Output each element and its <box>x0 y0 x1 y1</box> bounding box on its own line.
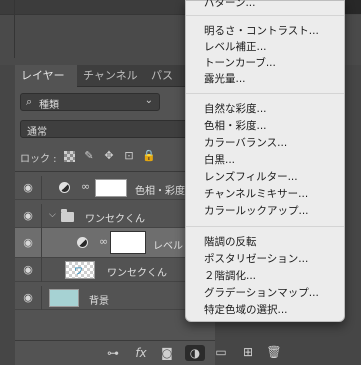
divider <box>41 258 42 282</box>
menu-item-posterize[interactable]: ポスタリゼーション... <box>204 251 308 267</box>
panel-divider-horizontal <box>0 14 185 15</box>
menu-item-pattern[interactable]: パターン... <box>204 0 256 11</box>
layer-name: 背景 <box>89 296 109 307</box>
link-icon[interactable]: ⊶ <box>105 345 121 361</box>
lock-label: ロック : <box>20 154 57 165</box>
menu-item-photo-filter[interactable]: レンズフィルター... <box>204 169 298 185</box>
link-icon[interactable]: ∞ <box>99 235 108 248</box>
menu-item-gradient-map[interactable]: グラデーションマップ... <box>204 285 319 301</box>
menu-item-exposure[interactable]: 露光量... <box>204 71 246 87</box>
menu-item-invert[interactable]: 階調の反転 <box>204 234 257 250</box>
layer-mask-thumbnail[interactable] <box>95 179 127 197</box>
eye-icon[interactable]: ◉ <box>21 291 35 305</box>
menu-separator <box>186 15 344 16</box>
divider <box>41 286 42 310</box>
eye-icon[interactable]: ◉ <box>21 181 35 195</box>
folder-icon[interactable]: ▭ <box>213 344 229 360</box>
lock-transparency-icon[interactable] <box>64 151 75 162</box>
layer-name: ワンセクくん <box>85 214 145 225</box>
divider <box>41 228 42 258</box>
menu-item-channel-mixer[interactable]: チャンネルミキサー... <box>204 186 308 202</box>
new-layer-icon[interactable]: ⊞ <box>240 344 256 360</box>
menu-separator <box>186 93 344 94</box>
adjustment-layer-icon <box>77 237 88 248</box>
eye-icon[interactable]: ◉ <box>21 263 35 277</box>
filter-value: 種類 <box>39 100 59 111</box>
lock-move-icon[interactable]: ✥ <box>102 149 116 163</box>
blend-mode-value: 通常 <box>27 127 47 138</box>
lock-brush-icon[interactable]: ✎ <box>82 149 96 163</box>
fx-icon[interactable]: fx <box>133 345 149 361</box>
eye-icon[interactable]: ◉ <box>21 236 35 250</box>
menu-item-color-lookup[interactable]: カラールックアップ... <box>204 203 309 219</box>
menu-item-selective-color[interactable]: 特定色域の選択... <box>204 302 288 318</box>
tab-layers[interactable]: レイヤー <box>15 65 77 88</box>
layer-thumbnail <box>49 289 79 307</box>
tab-paths[interactable]: パス <box>145 65 185 87</box>
menu-item-brightness-contrast[interactable]: 明るさ・コントラスト... <box>204 23 319 39</box>
layer-mask-thumbnail[interactable] <box>110 231 146 254</box>
layer-thumbnail: ワ <box>65 261 95 279</box>
layers-bottom-toolbar: ⊶ fx ◙ ◑ <box>15 340 215 365</box>
mask-icon[interactable]: ◙ <box>159 345 175 361</box>
eye-icon[interactable]: ◉ <box>21 209 35 223</box>
lock-row: ロック : ✎ ✥ ⊡ 🔒 <box>20 149 210 165</box>
blend-mode-select[interactable]: 通常 <box>20 120 200 138</box>
tab-channels[interactable]: チャンネル <box>77 65 145 87</box>
menu-item-curves[interactable]: トーンカーブ... <box>204 55 276 71</box>
layer-filter-select[interactable]: ⌕ 種類 ⌄ <box>20 93 160 111</box>
adjustment-layer-menu: パターン... 明るさ・コントラスト... レベル補正... トーンカーブ...… <box>185 0 345 322</box>
menu-separator <box>186 226 344 227</box>
thumbnail-text: ワ <box>74 267 84 277</box>
menu-item-hue-saturation[interactable]: 色相・彩度... <box>204 118 267 134</box>
divider <box>41 204 42 228</box>
menu-item-levels[interactable]: レベル補正... <box>204 39 267 55</box>
menu-item-threshold[interactable]: ２階調化... <box>204 268 256 284</box>
chevron-down-icon: ⌄ <box>144 95 153 106</box>
adjustment-layer-icon <box>59 182 70 193</box>
menu-item-black-white[interactable]: 白黒... <box>204 152 235 168</box>
menu-item-color-balance[interactable]: カラーバランス... <box>204 135 287 151</box>
layer-name: ワンセクくん <box>107 268 167 279</box>
menu-item-vibrance[interactable]: 自然な彩度... <box>204 101 267 117</box>
lock-all-icon[interactable]: 🔒 <box>142 149 156 163</box>
divider <box>41 176 42 200</box>
adjustment-icon[interactable]: ◑ <box>185 345 205 361</box>
layer-name: 色相・彩度 <box>135 186 185 197</box>
search-icon: ⌕ <box>26 95 33 108</box>
trash-icon[interactable]: 🗑 <box>266 344 282 360</box>
layer-name: レベル <box>153 241 183 252</box>
folder-icon <box>61 209 74 222</box>
chevron-down-icon[interactable]: ⌵ <box>49 210 56 220</box>
panel-divider-vertical <box>14 0 15 58</box>
lock-artboard-icon[interactable]: ⊡ <box>122 149 136 163</box>
link-icon[interactable]: ∞ <box>81 180 90 193</box>
